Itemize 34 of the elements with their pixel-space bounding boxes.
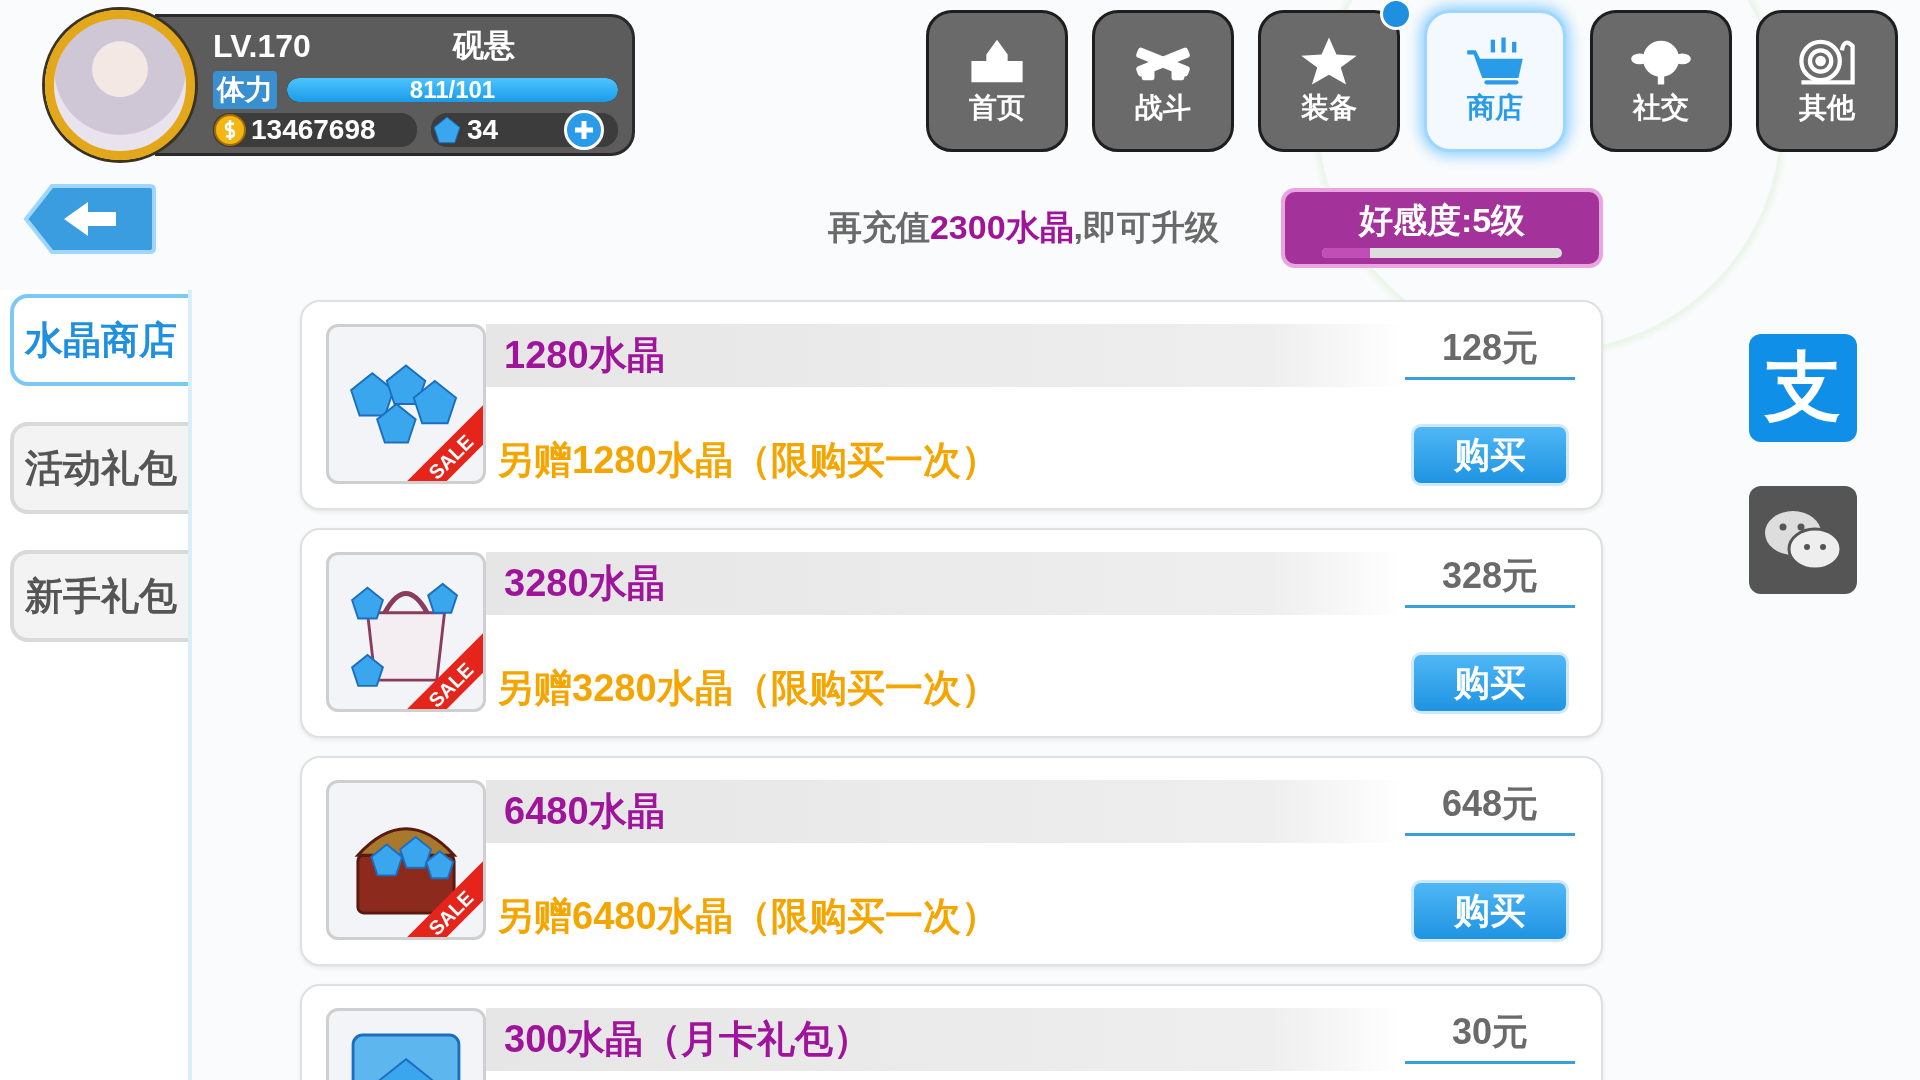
category-tab[interactable]: 活动礼包 <box>10 422 188 514</box>
wechat-pay-button[interactable] <box>1749 486 1857 594</box>
stamina-label: 体力 <box>213 71 277 109</box>
affection-label: 好感度:5级 <box>1358 200 1526 241</box>
gem-icon <box>431 114 463 146</box>
player-level: LV.170 <box>213 27 312 65</box>
nav-tab[interactable]: 战斗 <box>1092 10 1234 152</box>
nav-tab[interactable]: 其他 <box>1756 10 1898 152</box>
product-price: 328元 <box>1405 552 1575 608</box>
player-name: 砚悬 <box>453 27 515 65</box>
nav-tab[interactable]: 社交 <box>1590 10 1732 152</box>
nav-tab[interactable]: 首页 <box>926 10 1068 152</box>
category-tab[interactable]: 新手礼包 <box>10 550 188 642</box>
product-price: 128元 <box>1405 324 1575 380</box>
coin-counter: 13467698 <box>213 113 417 147</box>
buy-button[interactable]: 购买 <box>1411 880 1569 942</box>
coin-icon <box>213 113 247 147</box>
stamina-reading: 811/101 <box>408 78 497 102</box>
nav-tab[interactable]: 商店 <box>1424 10 1566 152</box>
back-button[interactable] <box>22 182 158 256</box>
alipay-button[interactable]: 支 <box>1749 334 1857 442</box>
gem-counter: 34 <box>431 113 618 147</box>
category-tab[interactable]: 水晶商店 <box>10 294 188 386</box>
bonus-text: 另赠6480水晶（限购买一次） <box>495 894 1000 939</box>
nav-tab[interactable]: 装备 <box>1258 10 1400 152</box>
recharge-hint: 再充值2300水晶,即可升级 <box>827 207 1219 248</box>
plus-icon <box>573 119 595 141</box>
bonus-text: 另赠3280水晶（限购买一次） <box>495 666 1000 711</box>
buy-button[interactable]: 购买 <box>1411 652 1569 714</box>
add-gems-button[interactable] <box>564 110 604 150</box>
product-price: 30元 <box>1405 1008 1575 1064</box>
buy-button[interactable]: 购买 <box>1411 424 1569 486</box>
bonus-text: 另赠1280水晶（限购买一次） <box>495 438 1000 483</box>
product-price: 648元 <box>1405 780 1575 836</box>
